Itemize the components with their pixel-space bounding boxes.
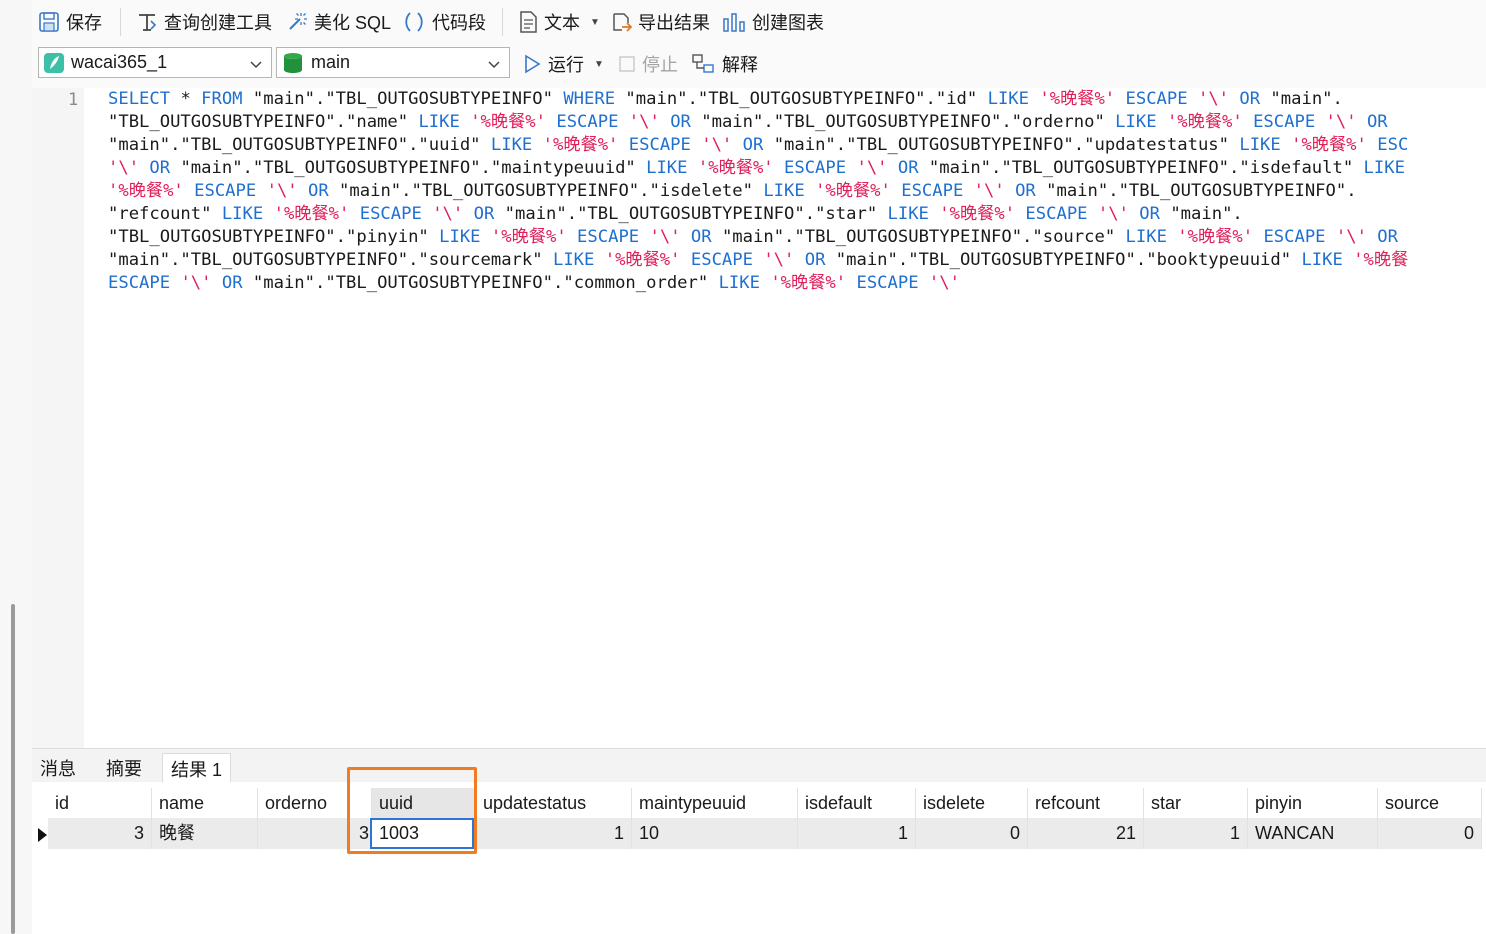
chevron-down-icon <box>487 55 501 76</box>
column-header-id[interactable]: id <box>48 788 152 818</box>
stop-label: 停止 <box>642 55 678 75</box>
create-chart-label: 创建图表 <box>752 13 824 33</box>
tab-summary-label: 摘要 <box>106 759 142 779</box>
line-number: 1 <box>68 90 79 110</box>
export-results-button[interactable]: 导出结果 <box>610 7 710 37</box>
result-grid[interactable]: id name orderno uuid updatestatus mainty… <box>32 767 1486 934</box>
snippet-label: 代码段 <box>432 13 486 33</box>
vertical-scrollbar[interactable] <box>11 604 15 934</box>
query-builder-button[interactable]: 查询创建工具 <box>136 7 272 37</box>
code-line: "main"."TBL_OUTGOSUBTYPEINFO"."sourcemar… <box>108 250 1409 270</box>
toolbar-divider <box>502 8 503 36</box>
current-row-marker-icon <box>38 828 47 842</box>
tab-result-1-label: 结果 1 <box>171 759 223 780</box>
code-line: '\' OR "main"."TBL_OUTGOSUBTYPEINFO"."ma… <box>108 158 1405 178</box>
stop-button[interactable]: 停止 <box>618 49 678 79</box>
left-strip <box>0 0 32 934</box>
query-builder-icon <box>136 11 158 33</box>
code-line: ESCAPE '\' OR "main"."TBL_OUTGOSUBTYPEIN… <box>108 273 960 293</box>
export-icon <box>610 11 632 33</box>
code-line: "TBL_OUTGOSUBTYPEINFO"."pinyin" LIKE '%晚… <box>108 227 1398 247</box>
chevron-down-icon: ▼ <box>590 16 600 28</box>
main-toolbar: 保存 查询创建工具 美化 SQL 代码段 文本 ▼ 导出结果 创建图表 <box>32 0 1486 44</box>
tab-summary[interactable]: 摘要 <box>98 753 150 783</box>
result-tabs: 消息 摘要 结果 1 <box>32 748 1486 783</box>
text-mode-button[interactable]: 文本 ▼ <box>518 7 600 37</box>
explain-button[interactable]: 解释 <box>692 49 758 79</box>
sql-code[interactable]: SELECT * FROM "main"."TBL_OUTGOSUBTYPEIN… <box>108 88 1486 295</box>
column-header-pinyin[interactable]: pinyin <box>1248 788 1378 818</box>
column-header-refcount[interactable]: refcount <box>1028 788 1144 818</box>
sql-editor[interactable]: 1 SELECT * FROM "main"."TBL_OUTGOSUBTYPE… <box>32 88 1486 748</box>
cell-pinyin[interactable]: WANCAN <box>1248 818 1378 849</box>
cell-refcount[interactable]: 21 <box>1028 818 1144 849</box>
chevron-down-icon <box>249 55 263 76</box>
cell-source[interactable]: 0 <box>1378 818 1482 849</box>
save-label: 保存 <box>66 13 102 33</box>
document-icon <box>518 11 538 33</box>
column-header-updatestatus[interactable]: updatestatus <box>476 788 632 818</box>
cell-isdelete[interactable]: 0 <box>916 818 1028 849</box>
cell-star[interactable]: 1 <box>1144 818 1248 849</box>
magic-wand-icon <box>286 11 308 33</box>
save-button[interactable]: 保存 <box>38 7 102 37</box>
code-line: '%晚餐%' ESCAPE '\' OR "main"."TBL_OUTGOSU… <box>108 181 1357 201</box>
explain-label: 解释 <box>722 55 758 75</box>
tab-messages-label: 消息 <box>40 759 76 779</box>
code-line: SELECT * FROM "main"."TBL_OUTGOSUBTYPEIN… <box>108 89 1343 109</box>
cell-maintypeuuid[interactable]: 10 <box>632 818 798 849</box>
run-button[interactable]: 运行 ▼ <box>522 49 604 79</box>
line-number-gutter <box>32 88 84 748</box>
cell-isdefault[interactable]: 1 <box>798 818 916 849</box>
export-results-label: 导出结果 <box>638 13 710 33</box>
column-header-isdelete[interactable]: isdelete <box>916 788 1028 818</box>
save-icon <box>38 11 60 33</box>
schema-select[interactable]: main <box>276 47 510 78</box>
code-line: "TBL_OUTGOSUBTYPEINFO"."name" LIKE '%晚餐%… <box>108 112 1388 132</box>
code-line: "main"."TBL_OUTGOSUBTYPEINFO"."uuid" LIK… <box>108 135 1409 155</box>
column-header-source[interactable]: source <box>1378 788 1482 818</box>
stop-icon <box>618 55 636 73</box>
connection-select[interactable]: wacai365_1 <box>38 47 272 78</box>
snippet-button[interactable]: 代码段 <box>402 7 486 37</box>
play-icon <box>522 53 542 75</box>
tab-messages[interactable]: 消息 <box>32 753 84 783</box>
column-header-name[interactable]: name <box>152 788 258 818</box>
run-label: 运行 <box>548 55 584 75</box>
column-header-isdefault[interactable]: isdefault <box>798 788 916 818</box>
cell-updatestatus[interactable]: 1 <box>476 818 632 849</box>
beautify-sql-label: 美化 SQL <box>314 13 392 33</box>
toolbar-divider <box>120 8 121 36</box>
column-header-star[interactable]: star <box>1144 788 1248 818</box>
highlight-annotation <box>347 767 477 854</box>
create-chart-button[interactable]: 创建图表 <box>722 7 824 37</box>
chevron-down-icon: ▼ <box>594 58 604 70</box>
connection-value: wacai365_1 <box>71 52 168 72</box>
code-line: "refcount" LIKE '%晚餐%' ESCAPE '\' OR "ma… <box>108 204 1243 224</box>
database-icon <box>283 52 303 74</box>
beautify-sql-button[interactable]: 美化 SQL <box>286 7 391 37</box>
connection-icon <box>43 52 65 74</box>
text-mode-label: 文本 <box>544 13 580 33</box>
schema-value: main <box>311 52 351 72</box>
chart-icon <box>722 11 746 33</box>
connection-toolbar: wacai365_1 main 运行 ▼ 停止 解释 <box>32 44 1486 88</box>
query-builder-label: 查询创建工具 <box>164 13 272 33</box>
explain-icon <box>692 53 716 75</box>
cell-id[interactable]: 3 <box>48 818 152 849</box>
column-header-maintypeuuid[interactable]: maintypeuuid <box>632 788 798 818</box>
parentheses-icon <box>402 11 426 33</box>
tab-result-1[interactable]: 结果 1 <box>162 753 232 783</box>
cell-name[interactable]: 晚餐 <box>152 818 258 849</box>
